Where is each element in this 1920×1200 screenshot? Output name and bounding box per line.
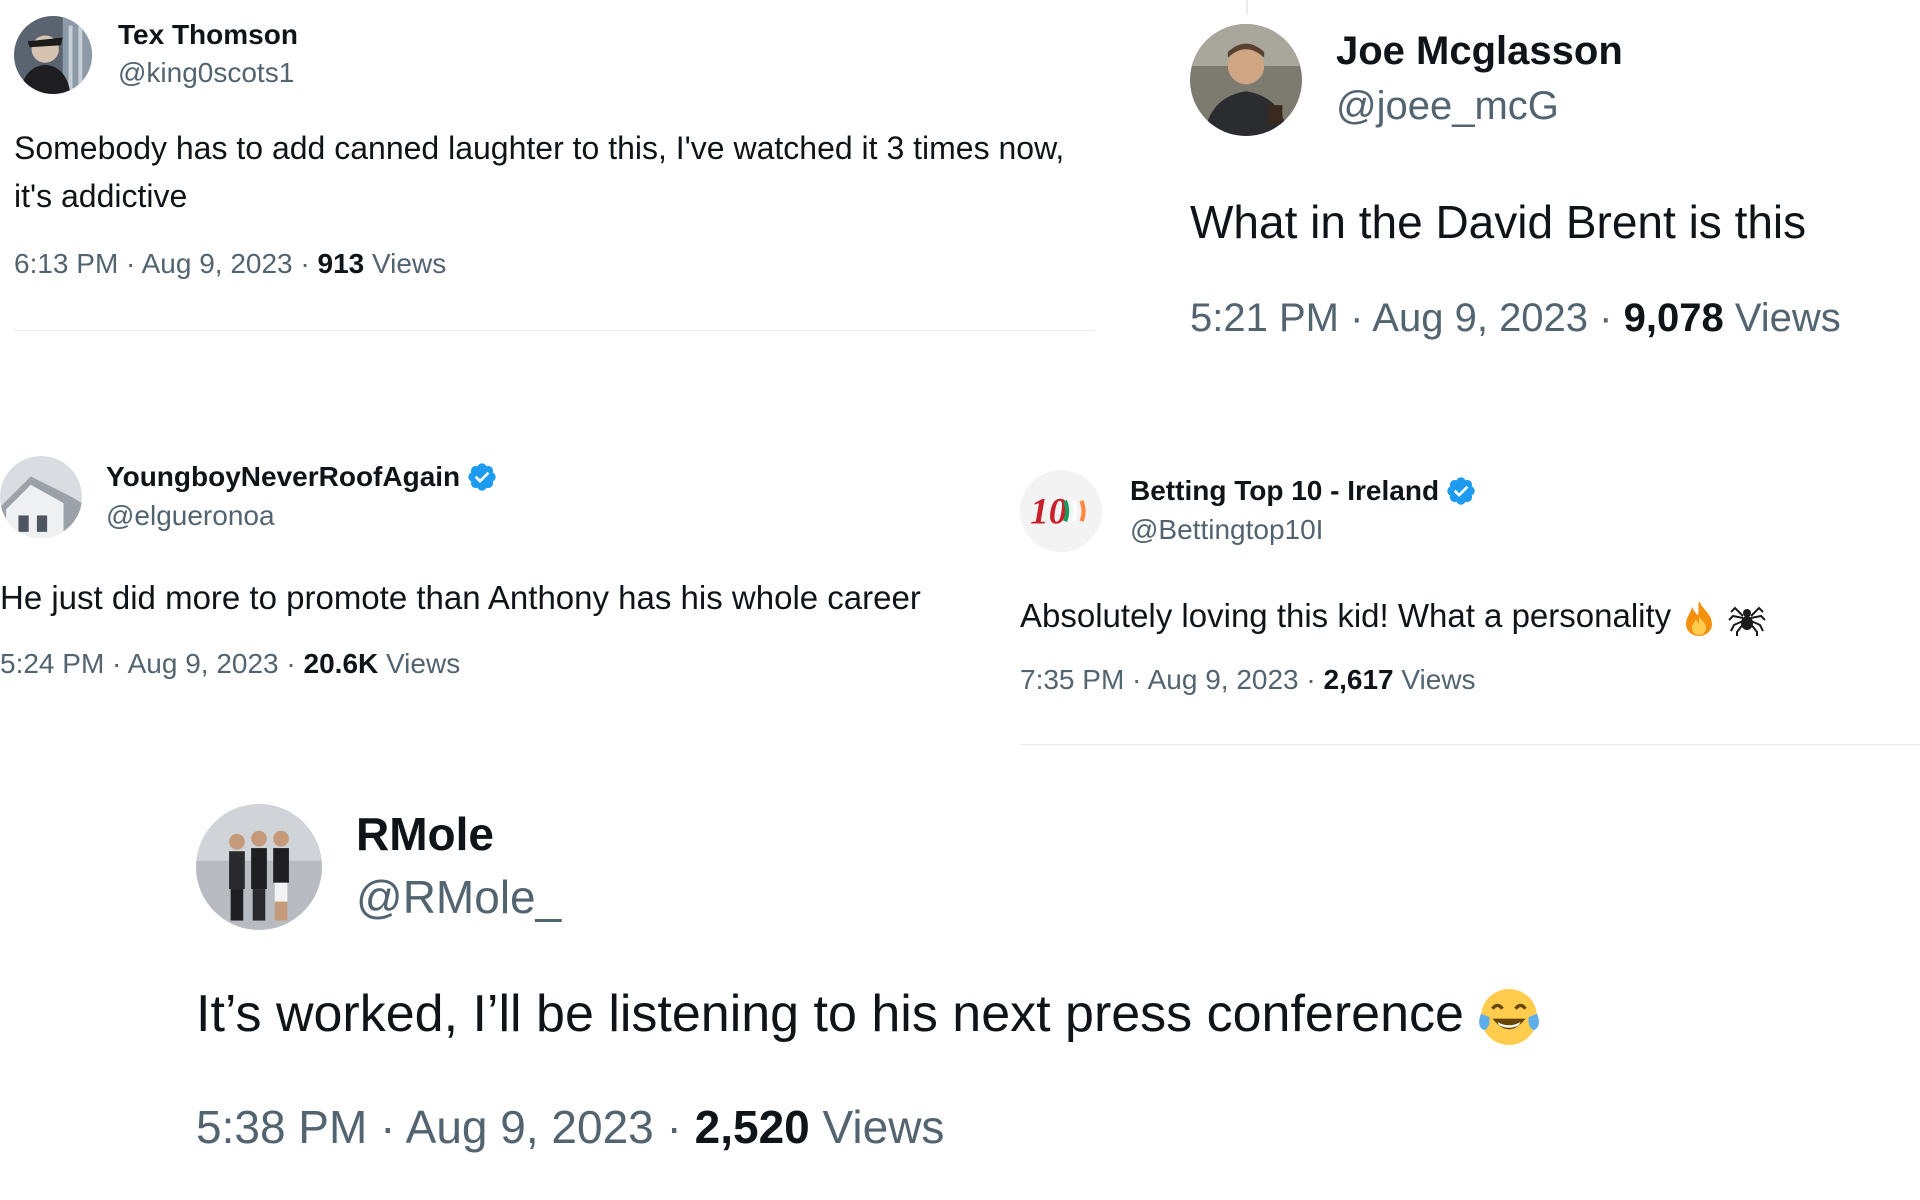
tweet-card[interactable]: Joe Mcglasson @joee_mcG What in the Davi… <box>1190 24 1890 341</box>
user-names: Betting Top 10 - Ireland @Bettingtop10I <box>1130 472 1477 550</box>
divider <box>1246 0 1248 14</box>
tweet-card[interactable]: RMole @RMole_ It’s worked, I’ll be liste… <box>196 804 1696 1154</box>
tweet-header: 10 Betting Top 10 - Ireland @Bettingtop1… <box>1020 470 1900 552</box>
user-names: YoungboyNeverRoofAgain @elgueronoa <box>106 458 498 536</box>
user-handle[interactable]: @Bettingtop10I <box>1130 510 1477 550</box>
tweet-timestamp[interactable]: 6:13 PM · Aug 9, 2023 · <box>14 248 318 279</box>
display-name[interactable]: Joe Mcglasson <box>1336 25 1623 77</box>
views-label: Views <box>364 248 447 279</box>
avatar[interactable] <box>14 16 92 94</box>
tweet-meta: 5:21 PM · Aug 9, 2023 · 9,078 Views <box>1190 296 1890 341</box>
views-label: Views <box>1393 664 1476 695</box>
views-count: 2,617 <box>1323 664 1394 695</box>
tweet-text: Somebody has to add canned laughter to t… <box>14 130 1065 214</box>
user-names: Joe Mcglasson @joee_mcG <box>1336 25 1623 135</box>
tweet-text-row: It’s worked, I’ll be listening to his ne… <box>196 978 1696 1050</box>
tweet-text: What in the David Brent is this <box>1190 196 1807 248</box>
display-name[interactable]: Tex Thomson <box>118 17 298 53</box>
display-name[interactable]: Betting Top 10 - Ireland <box>1130 472 1439 510</box>
avatar[interactable]: 10 <box>1020 470 1102 552</box>
tweet-timestamp[interactable]: 5:24 PM · Aug 9, 2023 · <box>0 648 304 679</box>
user-handle[interactable]: @RMole_ <box>356 864 561 930</box>
tweet-header: Joe Mcglasson @joee_mcG <box>1190 24 1890 136</box>
divider <box>14 330 1094 331</box>
tears-of-joy-emoji-icon <box>1476 984 1542 1050</box>
views-label: Views <box>1723 296 1841 340</box>
user-names: RMole @RMole_ <box>356 804 561 930</box>
display-name[interactable]: YoungboyNeverRoofAgain <box>106 458 460 496</box>
fire-emoji-icon <box>1679 598 1719 638</box>
tweet-card[interactable]: 10 Betting Top 10 - Ireland @Bettingtop1… <box>1020 470 1900 696</box>
tweet-text-row: Absolutely loving this kid! What a perso… <box>1020 592 1900 640</box>
tweet-meta: 5:24 PM · Aug 9, 2023 · 20.6K Views <box>0 648 1010 680</box>
verified-badge-icon <box>466 461 498 493</box>
tweet-meta: 6:13 PM · Aug 9, 2023 · 913 Views <box>14 248 1094 280</box>
user-handle[interactable]: @king0scots1 <box>118 53 298 93</box>
divider <box>1020 744 1920 745</box>
views-count: 20.6K <box>303 648 379 679</box>
user-handle[interactable]: @elgueronoa <box>106 496 498 536</box>
tweet-header: YoungboyNeverRoofAgain @elgueronoa <box>0 456 1010 538</box>
verified-badge-icon <box>1445 475 1477 507</box>
display-name[interactable]: RMole <box>356 804 494 864</box>
views-label: Views <box>378 648 461 679</box>
tweet-timestamp[interactable]: 7:35 PM · Aug 9, 2023 · <box>1020 664 1324 695</box>
views-count: 913 <box>317 248 365 279</box>
tweet-text: Absolutely loving this kid! What a perso… <box>1020 597 1672 634</box>
tweet-meta: 5:38 PM · Aug 9, 2023 · 2,520 Views <box>196 1100 1696 1154</box>
views-count: 9,078 <box>1623 296 1724 340</box>
tweet-header: RMole @RMole_ <box>196 804 1696 930</box>
avatar[interactable] <box>1190 24 1302 136</box>
user-handle[interactable]: @joee_mcG <box>1336 77 1623 135</box>
views-label: Views <box>809 1101 945 1154</box>
tweet-text: It’s worked, I’ll be listening to his ne… <box>196 985 1464 1043</box>
tweet-timestamp[interactable]: 5:38 PM · Aug 9, 2023 · <box>196 1101 695 1153</box>
tweet-card[interactable]: Tex Thomson @king0scots1 Somebody has to… <box>14 16 1094 280</box>
avatar[interactable] <box>0 456 82 538</box>
tweet-text: He just did more to promote than Anthony… <box>0 579 921 616</box>
spider-emoji-icon <box>1727 598 1767 638</box>
user-names: Tex Thomson @king0scots1 <box>118 17 298 93</box>
svg-text:10: 10 <box>1030 490 1067 531</box>
tweet-meta: 7:35 PM · Aug 9, 2023 · 2,617 Views <box>1020 664 1900 696</box>
tweet-card[interactable]: YoungboyNeverRoofAgain @elgueronoa He ju… <box>0 456 1010 680</box>
views-count: 2,520 <box>694 1101 810 1154</box>
tweet-timestamp[interactable]: 5:21 PM · Aug 9, 2023 · <box>1190 296 1624 340</box>
avatar[interactable] <box>196 804 322 930</box>
tweet-header: Tex Thomson @king0scots1 <box>14 16 1094 94</box>
